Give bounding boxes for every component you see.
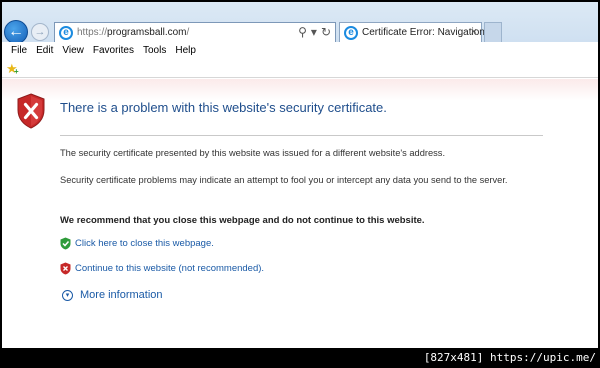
tab-certificate-error[interactable]: e Certificate Error: Navigation... × xyxy=(339,22,493,44)
new-tab-button[interactable] xyxy=(484,22,502,44)
shield-error-small-icon xyxy=(60,262,71,275)
forward-button[interactable]: → xyxy=(31,23,49,41)
certificate-error-page: There is a problem with this website's s… xyxy=(2,79,598,348)
menu-favorites[interactable]: Favorites xyxy=(90,42,140,60)
more-information-label[interactable]: More information xyxy=(80,289,163,301)
menu-bar: File Edit View Favorites Tools Help xyxy=(2,42,598,60)
address-bar[interactable]: e https://programsball.com/ ⚲ ▾ ↻ xyxy=(54,22,336,44)
continue-website-link[interactable]: Continue to this website (not recommende… xyxy=(60,262,264,275)
url-suffix: / xyxy=(186,27,190,38)
menu-edit[interactable]: Edit xyxy=(33,42,59,60)
menu-file[interactable]: File xyxy=(8,42,33,60)
continue-website-link-text[interactable]: Continue to this website (not recommende… xyxy=(75,263,264,274)
menu-tools[interactable]: Tools xyxy=(140,42,172,60)
close-webpage-link-text[interactable]: Click here to close this webpage. xyxy=(75,238,214,249)
shield-error-icon xyxy=(17,93,45,129)
browser-titlebar: ← → e https://programsball.com/ ⚲ ▾ ↻ e … xyxy=(2,2,598,44)
refresh-icon[interactable]: ↻ xyxy=(321,25,331,39)
menu-view[interactable]: View xyxy=(59,42,90,60)
address-tools: ⚲ ▾ ↻ xyxy=(298,25,331,39)
description-address-mismatch: The security certificate presented by th… xyxy=(60,148,446,158)
shield-check-icon xyxy=(60,237,71,250)
divider xyxy=(60,135,543,136)
browser-window: ← → e https://programsball.com/ ⚲ ▾ ↻ e … xyxy=(2,2,598,348)
url-prefix: https:// xyxy=(77,27,108,38)
chevron-down-icon: ▾ xyxy=(62,289,73,301)
watermark-text: [827x481] https://upic.me/ xyxy=(423,351,596,364)
close-webpage-link[interactable]: Click here to close this webpage. xyxy=(60,237,214,250)
url-host: programsball.com xyxy=(107,27,187,38)
close-tab-icon[interactable]: × xyxy=(471,26,477,38)
favorites-bar: ★ + xyxy=(2,60,598,78)
plus-icon: + xyxy=(14,67,19,76)
recommendation-text: We recommend that you close this webpage… xyxy=(60,215,425,226)
page-title: There is a problem with this website's s… xyxy=(60,100,387,115)
ie-logo-icon: e xyxy=(344,26,358,40)
menu-help[interactable]: Help xyxy=(172,42,202,60)
more-information-toggle[interactable]: ▾ More information xyxy=(62,289,163,301)
description-risk: Security certificate problems may indica… xyxy=(60,175,508,185)
back-button[interactable]: ← xyxy=(4,20,28,44)
search-icon[interactable]: ⚲ xyxy=(298,25,307,39)
url-text[interactable]: https://programsball.com/ xyxy=(77,27,189,38)
ie-logo-icon: e xyxy=(59,26,73,40)
dropdown-icon[interactable]: ▾ xyxy=(311,25,317,39)
